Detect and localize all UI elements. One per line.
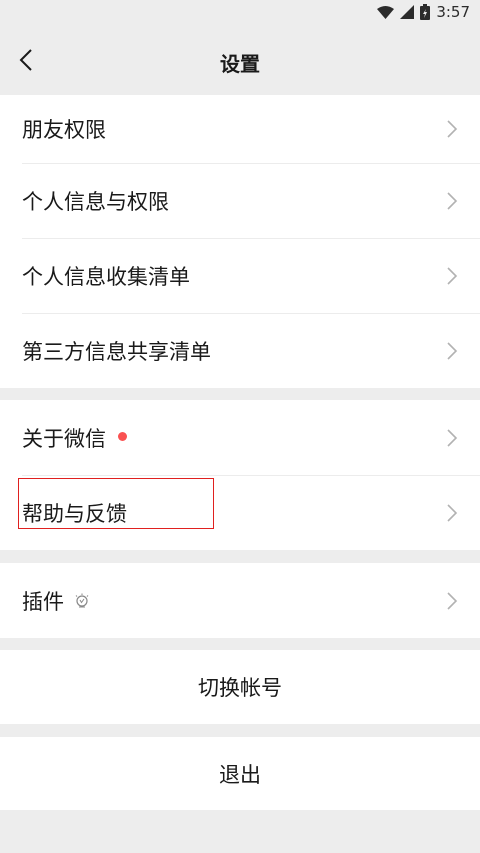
- switch-account-label: 切换帐号: [198, 676, 282, 700]
- list-item-label: 插件: [22, 589, 64, 614]
- signal-icon: [400, 5, 415, 19]
- list-item-about-wechat[interactable]: 关于微信: [0, 400, 480, 475]
- logout-button[interactable]: 退出: [0, 737, 480, 810]
- switch-account-group: 切换帐号: [0, 650, 480, 724]
- privacy-group: 朋友权限 个人信息与权限 个人信息收集清单 第三方信息共享清单: [0, 95, 480, 388]
- list-item-label: 个人信息收集清单: [22, 264, 190, 289]
- chevron-right-icon: [447, 428, 458, 447]
- list-item-plugins[interactable]: 插件: [0, 563, 480, 638]
- chevron-right-icon: [447, 503, 458, 522]
- list-item-label: 朋友权限: [22, 118, 106, 142]
- red-dot-badge: [118, 432, 127, 441]
- battery-icon: [420, 4, 431, 20]
- list-item-label: 第三方信息共享清单: [22, 339, 211, 364]
- logout-group: 退出: [0, 737, 480, 810]
- chevron-right-icon: [447, 341, 458, 360]
- nav-bar: 设置: [0, 24, 480, 95]
- list-item-label: 关于微信: [22, 426, 106, 451]
- chevron-right-icon: [447, 191, 458, 210]
- list-item-personal-info-collection[interactable]: 个人信息收集清单: [0, 238, 480, 313]
- wifi-icon: [377, 5, 395, 19]
- list-item-help-feedback[interactable]: 帮助与反馈: [0, 475, 480, 550]
- about-group: 关于微信 帮助与反馈: [0, 400, 480, 550]
- plugins-group: 插件: [0, 563, 480, 638]
- chevron-right-icon: [447, 120, 458, 138]
- chevron-right-icon: [447, 266, 458, 285]
- list-item-label: 个人信息与权限: [22, 189, 169, 214]
- status-time: 3:57: [436, 3, 470, 21]
- chevron-right-icon: [447, 591, 458, 610]
- plugin-lightbulb-icon: [74, 593, 90, 609]
- page-title: 设置: [220, 52, 260, 76]
- status-bar: 3:57: [0, 0, 480, 24]
- list-item-personal-info-permissions[interactable]: 个人信息与权限: [0, 163, 480, 238]
- list-item-third-party-sharing[interactable]: 第三方信息共享清单: [0, 313, 480, 388]
- switch-account-button[interactable]: 切换帐号: [0, 650, 480, 724]
- list-item-label: 帮助与反馈: [22, 501, 127, 526]
- logout-label: 退出: [219, 762, 261, 787]
- list-item-friend-permissions[interactable]: 朋友权限: [0, 95, 480, 163]
